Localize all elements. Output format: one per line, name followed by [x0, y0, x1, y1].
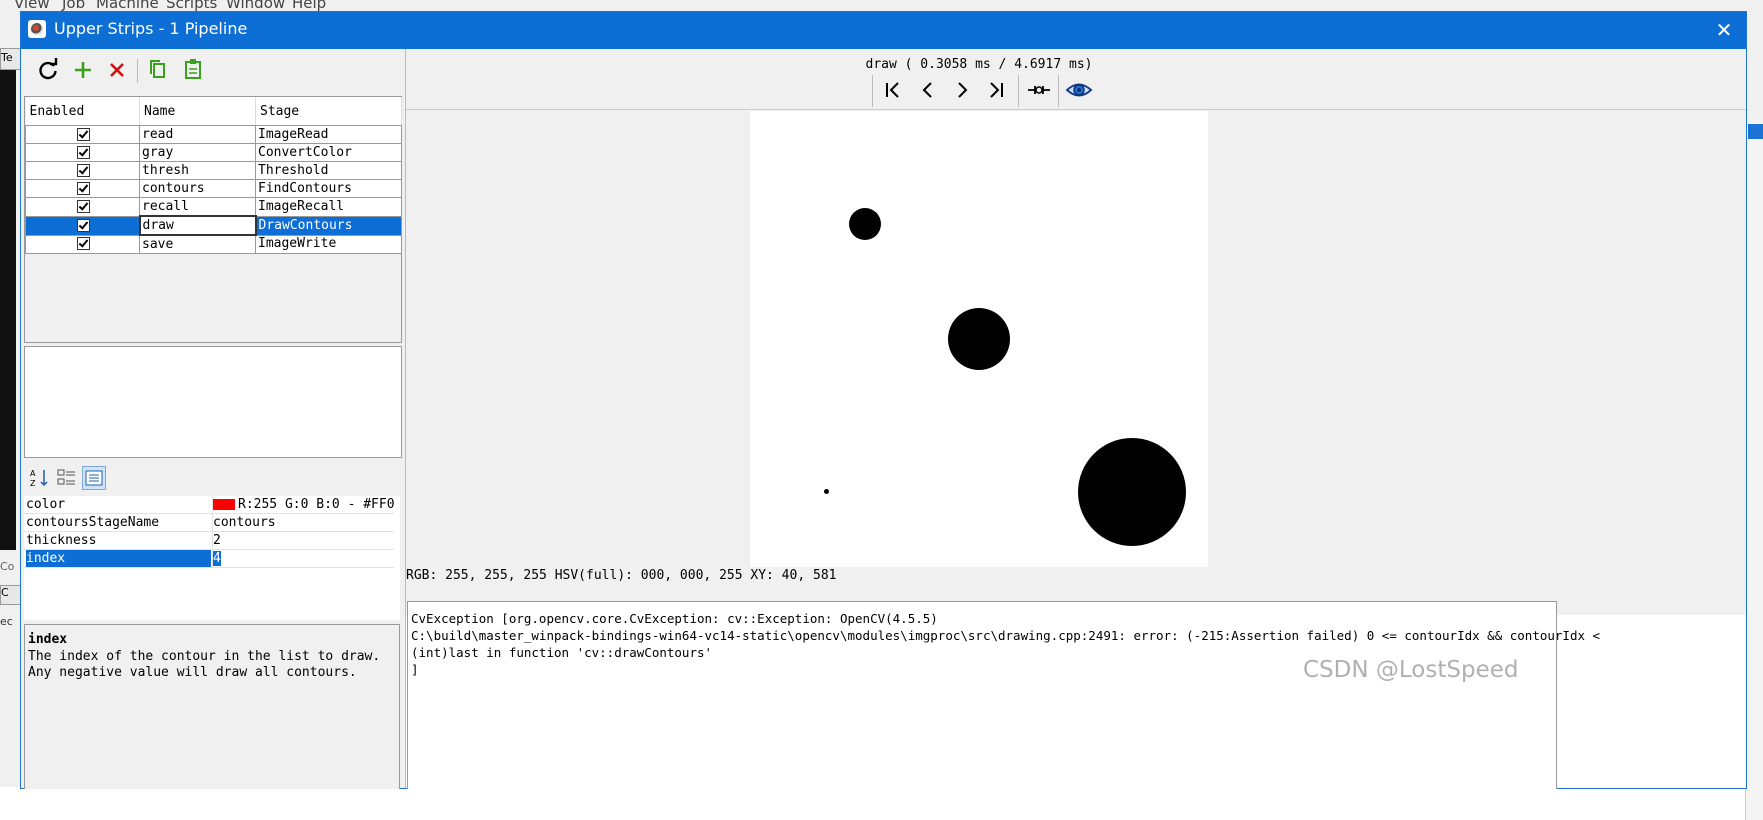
pipeline-stages-table: Enabled Name Stage read ImageRead gray C	[24, 96, 402, 343]
view-eye-icon[interactable]	[1064, 75, 1094, 105]
table-row[interactable]: save ImageWrite	[25, 234, 402, 254]
stage-name-editor[interactable]: draw	[138, 215, 257, 236]
bg-left-dark-panel	[0, 70, 16, 550]
toolbar-separator	[137, 59, 138, 83]
stage-name[interactable]: read	[139, 125, 256, 144]
table-row[interactable]: contours FindContours	[25, 179, 402, 198]
close-icon[interactable]: ✕	[1711, 17, 1737, 43]
table-header-row: Enabled Name Stage	[25, 97, 402, 126]
column-header-name[interactable]: Name	[139, 97, 256, 126]
stage-name[interactable]: gray	[139, 143, 256, 162]
add-icon[interactable]	[68, 55, 98, 85]
table-row[interactable]: thresh Threshold	[25, 161, 402, 180]
property-value[interactable]: 2	[212, 532, 395, 549]
property-name: color	[26, 497, 66, 512]
stage-type[interactable]: ImageRead	[255, 125, 402, 144]
stage-type[interactable]: DrawContours	[255, 215, 402, 236]
color-value-text: R:255 G:0 B:0 - #FF0..	[238, 497, 395, 512]
pipeline-editor-panel: Enabled Name Stage read ImageRead gray C	[21, 49, 406, 789]
sort-alpha-icon[interactable]: AZ	[28, 466, 52, 490]
property-row-index[interactable]: index 4	[24, 550, 395, 568]
next-icon[interactable]	[947, 75, 977, 105]
paste-icon[interactable]	[178, 55, 208, 85]
nav-separator	[1018, 75, 1019, 107]
enabled-checkbox[interactable]	[25, 125, 140, 144]
stage-type[interactable]: Threshold	[255, 161, 402, 180]
previous-icon[interactable]	[913, 75, 943, 105]
delete-icon[interactable]	[102, 55, 132, 85]
watermark: CSDN @LostSpeed	[1303, 657, 1519, 683]
title-bar[interactable]: Upper Strips - 1 Pipeline ✕	[21, 12, 1746, 49]
color-swatch[interactable]	[213, 499, 235, 510]
app-icon	[28, 20, 46, 38]
error-console[interactable]: CvException [org.opencv.core.CvException…	[407, 601, 1600, 789]
description-title: index	[28, 632, 68, 647]
stage-name[interactable]: save	[139, 234, 256, 254]
last-icon[interactable]	[981, 75, 1011, 105]
svg-text:Z: Z	[30, 479, 36, 488]
table-row[interactable]: gray ConvertColor	[25, 143, 402, 162]
stage-name[interactable]: recall	[139, 197, 256, 217]
contour-blob	[1078, 438, 1186, 546]
nav-separator	[1058, 75, 1059, 107]
contour-blob	[948, 308, 1010, 370]
enabled-checkbox[interactable]	[25, 179, 140, 198]
property-description-panel: index The index of the contour in the li…	[24, 624, 400, 789]
property-toolbar: AZ	[24, 463, 400, 497]
stage-type[interactable]: ImageRecall	[255, 197, 402, 217]
enabled-checkbox[interactable]	[25, 161, 140, 180]
nav-separator	[872, 75, 873, 107]
enabled-checkbox[interactable]	[25, 197, 140, 217]
stage-name[interactable]: thresh	[139, 161, 256, 180]
bg-right-panel	[1745, 120, 1763, 820]
bg-left-fragment-2: ec	[0, 615, 13, 628]
stage-name[interactable]: contours	[139, 179, 256, 198]
window-title: Upper Strips - 1 Pipeline	[54, 19, 248, 38]
property-row-thickness[interactable]: thickness 2	[24, 532, 394, 550]
enabled-checkbox[interactable]	[25, 234, 140, 254]
stage-timing-label: draw ( 0.3058 ms / 4.6917 ms)	[865, 57, 1093, 72]
description-text: The index of the contour in the list to …	[28, 649, 381, 680]
enabled-checkbox[interactable]	[25, 215, 140, 236]
stage-type[interactable]: ConvertColor	[255, 143, 402, 162]
property-value-text: 4	[213, 551, 221, 566]
stage-info-panel	[24, 346, 402, 458]
image-viewport[interactable]: RGB: 255, 255, 255 HSV(full): 000, 000, …	[406, 110, 1746, 615]
copy-icon[interactable]	[143, 55, 173, 85]
break-icon[interactable]	[1024, 75, 1054, 105]
property-value[interactable]: contours	[212, 514, 395, 531]
property-value-editor[interactable]: 4	[212, 550, 395, 567]
bg-right-selection	[1748, 124, 1763, 139]
bg-left-button[interactable]: C	[0, 585, 21, 605]
stage-output-image[interactable]	[750, 111, 1208, 567]
svg-text:A: A	[30, 469, 36, 478]
table-row[interactable]: recall ImageRecall	[25, 197, 402, 217]
property-row-contours-stage-name[interactable]: contoursStageName contours	[24, 514, 394, 532]
first-icon[interactable]	[878, 75, 908, 105]
description-icon[interactable]	[82, 466, 106, 490]
property-name: index	[26, 550, 211, 567]
stage-type[interactable]: ImageWrite	[255, 234, 402, 254]
enabled-checkbox[interactable]	[25, 143, 140, 162]
contour-blob	[824, 489, 829, 494]
refresh-icon[interactable]	[33, 55, 63, 85]
property-name: thickness	[26, 533, 97, 548]
column-header-enabled[interactable]: Enabled	[25, 97, 140, 126]
property-row-color[interactable]: color R:255 G:0 B:0 - #FF0..	[24, 496, 395, 514]
bg-left-fragment: Co	[0, 560, 15, 573]
table-row[interactable]: read ImageRead	[25, 125, 402, 144]
stage-type[interactable]: FindContours	[255, 179, 402, 198]
categorized-icon[interactable]	[55, 466, 79, 490]
bg-left-tab[interactable]: Te	[0, 48, 21, 70]
column-header-stage[interactable]: Stage	[255, 97, 402, 126]
property-value[interactable]: R:255 G:0 B:0 - #FF0..	[212, 496, 395, 513]
property-name: contoursStageName	[26, 515, 160, 530]
image-viewer-panel: draw ( 0.3058 ms / 4.6917 ms) RGB: 255, …	[406, 49, 1746, 789]
table-row-selected[interactable]: draw DrawContours	[25, 215, 402, 236]
contour-blob	[849, 208, 881, 240]
pixel-info-status: RGB: 255, 255, 255 HSV(full): 000, 000, …	[406, 568, 837, 583]
viewer-header: draw ( 0.3058 ms / 4.6917 ms)	[406, 49, 1746, 110]
property-sheet: color R:255 G:0 B:0 - #FF0.. contoursSta…	[24, 496, 400, 620]
